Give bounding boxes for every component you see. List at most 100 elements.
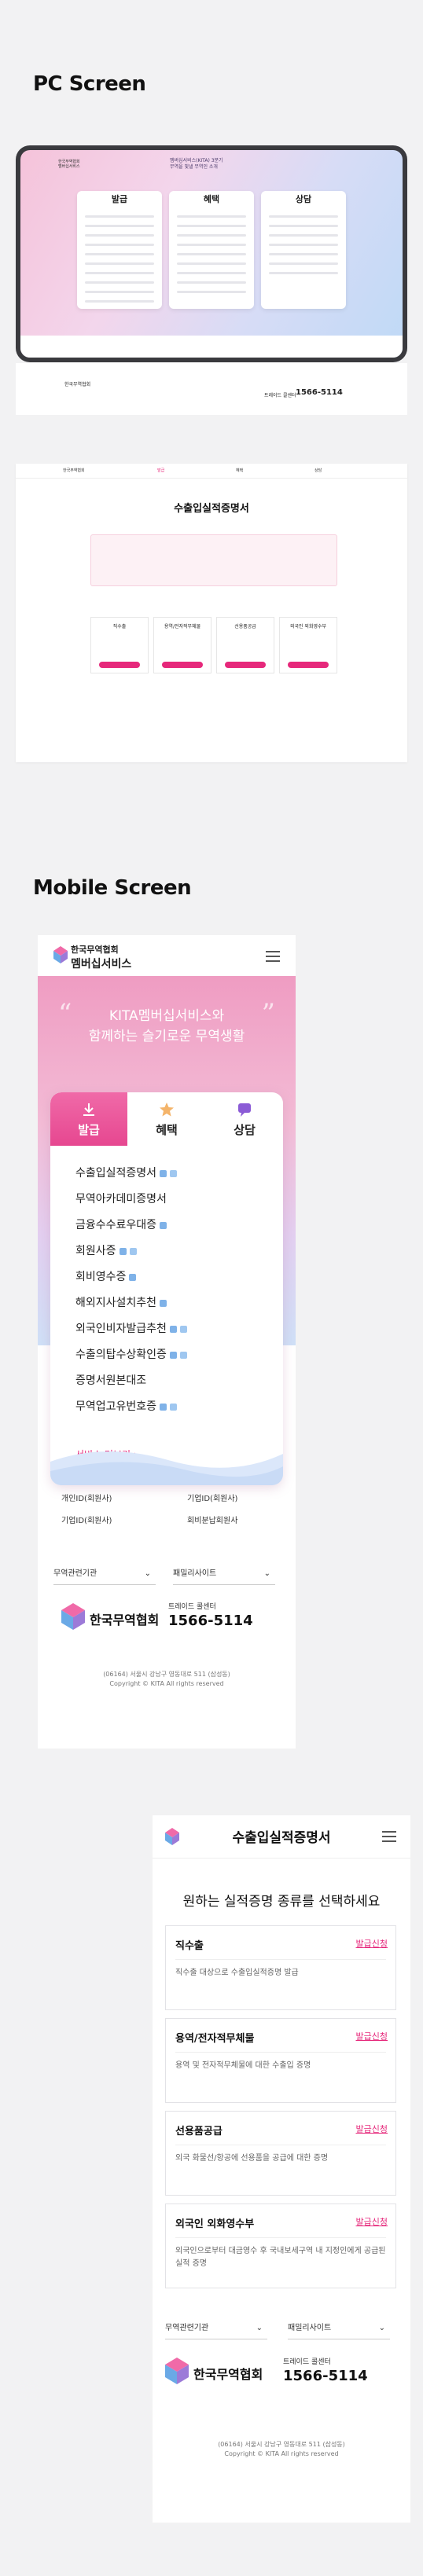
footer-copyright: Copyright © KITA All rights reserved: [109, 1680, 224, 1687]
star-icon: [160, 1103, 174, 1117]
list-item[interactable]: 해외지사설치추천: [75, 1294, 272, 1320]
family-site-select[interactable]: 패밀리사이트 ⌄: [288, 2318, 390, 2339]
list-item[interactable]: 수출입실적증명서: [75, 1165, 272, 1191]
footer-copyright: Copyright © KITA All rights reserved: [224, 2450, 339, 2457]
list-item[interactable]: 회비영수증: [75, 1268, 272, 1294]
list-item-label: 무역업고유번호증: [75, 1400, 157, 1413]
quick-link[interactable]: 회비분납회원사: [187, 1514, 237, 1525]
page-title: 수출입실적증명서: [232, 1830, 331, 1846]
chevron-down-icon: ⌄: [144, 1569, 151, 1578]
list-item[interactable]: 외국인비자발급추천: [75, 1320, 272, 1346]
tab-consult-label: 상담: [234, 1123, 256, 1137]
related-org-select[interactable]: 무역관련기관 ⌄: [53, 1564, 156, 1585]
hero-line2: 함께하는 슬기로운 무역생활: [88, 1029, 245, 1044]
footer-info: (06164) 서울시 강남구 영동대로 511 (삼성동) Copyright…: [38, 1670, 296, 1689]
hotline-number[interactable]: 1566-5114: [283, 2368, 368, 2384]
pc-cert-nav: 한국무역협회 발급 혜택 상담: [16, 464, 407, 479]
pc-cert-title: 수출입실적증명서: [174, 503, 249, 515]
pc-banner-sub: 무역을 빛낼 무역인 소개: [170, 164, 218, 170]
pc-footer-brand: 한국무역협회: [64, 382, 91, 387]
pc-cert-nav-consult[interactable]: 상담: [314, 468, 322, 473]
pc-logo-sub: 멤버십서비스: [58, 164, 80, 169]
list-item[interactable]: 무역아카데미증명서: [75, 1191, 272, 1216]
pc-footer-hotline: 1566-5114: [296, 388, 343, 397]
mobile-icon: [119, 1247, 127, 1255]
apply-link[interactable]: 발급신청: [356, 2123, 388, 2135]
list-item[interactable]: 금융수수료우대증: [75, 1216, 272, 1242]
menu-icon[interactable]: [266, 951, 280, 962]
pc-logo[interactable]: 한국무역협회 멤버십서비스: [58, 160, 80, 169]
pc-cert-apply-button[interactable]: [288, 662, 329, 668]
list-item[interactable]: 회원사증: [75, 1242, 272, 1268]
family-site-select[interactable]: 패밀리사이트 ⌄: [173, 1564, 275, 1585]
pc-cert-apply-button[interactable]: [225, 662, 266, 668]
pc-cert-type-label: 선용품공급: [234, 624, 256, 629]
chevron-down-icon: ⌄: [263, 1569, 270, 1578]
list-item-label: 증명서원본대조: [75, 1374, 147, 1387]
list-item-label: 무역아카데미증명서: [75, 1193, 167, 1205]
list-item[interactable]: 증명서원본대조: [75, 1372, 272, 1398]
pc-card-issue[interactable]: 발급: [77, 191, 162, 309]
hero-text: KITA멤버십서비스와 함께하는 슬기로운 무역생활: [38, 1006, 296, 1047]
pc-icon: [170, 1169, 178, 1177]
cert-type-card: 직수출 발급신청 직수출 대상으로 수출입실적증명 발급: [165, 1925, 396, 2010]
tab-benefit[interactable]: 혜택: [128, 1092, 205, 1146]
cert-type-title: 용역/전자적무체물: [175, 2033, 255, 2045]
pc-card-consult[interactable]: 상담: [261, 191, 346, 309]
pc-card-benefit-title: 혜택: [203, 194, 220, 204]
service-panel: 발급 혜택 상담 수출입실적증명서 무역아카데미증명서 금융수수료우대증 회원사…: [50, 1092, 283, 1485]
cert-type-card: 외국인 외화영수부 발급신청 외국인으로부터 대금영수 후 국내보세구역 내 지…: [165, 2204, 396, 2288]
quick-link[interactable]: 기업ID(회원사): [61, 1514, 112, 1525]
pc-cert-screen: 한국무역협회 발급 혜택 상담 수출입실적증명서 직수출 용역/전자적무체물 선…: [16, 464, 407, 762]
apply-link[interactable]: 발급신청: [356, 2215, 388, 2228]
mobile-icon: [129, 1273, 137, 1281]
pc-icon: [179, 1351, 187, 1359]
pc-card-benefit[interactable]: 혜택: [169, 191, 254, 309]
related-org-label: 무역관련기관: [53, 1569, 97, 1578]
list-item[interactable]: 수출의탑수상확인증: [75, 1346, 272, 1372]
pc-banner-title: 멤버십서비스(KITA) 3분기: [170, 158, 223, 163]
tab-consult[interactable]: 상담: [206, 1092, 283, 1146]
pc-banner[interactable]: 멤버십서비스(KITA) 3분기 무역을 빛낼 무역인 소개: [170, 158, 223, 171]
pc-cert-nav-issue[interactable]: 발급: [157, 468, 164, 473]
mobile-brand[interactable]: 한국무역협회: [71, 943, 119, 956]
mobile-section-title: Mobile Screen: [33, 876, 192, 900]
apply-link[interactable]: 발급신청: [356, 2030, 388, 2042]
pc-footer-hotline-label: 트레이드 콜센터: [264, 393, 296, 398]
pc-section-title: PC Screen: [33, 72, 146, 96]
list-item-label: 수출입실적증명서: [75, 1167, 157, 1180]
pc-footer: 한국무역협회 트레이드 콜센터 1566-5114: [16, 363, 407, 415]
list-item-label: 회원사증: [75, 1245, 116, 1257]
pc-cert-type-direct: 직수출: [90, 617, 149, 673]
apply-link[interactable]: 발급신청: [356, 1937, 388, 1950]
pc-cert-apply-button[interactable]: [99, 662, 140, 668]
cert-type-title: 직수출: [175, 1940, 204, 1952]
footer-brand: 한국무역협회: [165, 2358, 263, 2387]
quick-link[interactable]: 기업ID(회원사): [187, 1492, 237, 1503]
pc-cert-nav-logo[interactable]: 한국무역협회: [63, 468, 85, 473]
tab-issue[interactable]: 발급: [50, 1092, 127, 1146]
mobile-header: 한국무역협회 멤버십서비스: [38, 935, 296, 976]
hotline-label: 트레이드 콜센터: [283, 2358, 331, 2366]
list-item[interactable]: 무역업고유번호증: [75, 1398, 272, 1424]
mobile-icon: [160, 1403, 167, 1411]
pc-home-screen: 한국무역협회 멤버십서비스 멤버십서비스(KITA) 3분기 무역을 빛낼 무역…: [20, 150, 403, 358]
mobile-cert-screen: 수출입실적증명서 원하는 실적증명 종류를 선택하세요 직수출 발급신청 직수출…: [153, 1815, 410, 2523]
pc-cert-type-label: 직수출: [112, 624, 127, 629]
mobile-icon: [169, 1325, 177, 1333]
tab-issue-label: 발급: [78, 1123, 100, 1137]
menu-icon[interactable]: [382, 1831, 396, 1842]
pc-cert-nav-benefit[interactable]: 혜택: [236, 468, 243, 473]
quick-link[interactable]: 개인ID(회원사): [61, 1492, 112, 1503]
wave-decoration: [50, 1451, 283, 1485]
pc-header: 한국무역협회 멤버십서비스 멤버십서비스(KITA) 3분기 무역을 빛낼 무역…: [20, 150, 403, 177]
cert-type-title: 선용품공급: [175, 2126, 223, 2137]
related-org-select[interactable]: 무역관련기관 ⌄: [165, 2318, 267, 2339]
pc-cert-notice: [90, 534, 337, 586]
hotline-number[interactable]: 1566-5114: [168, 1613, 253, 1629]
pc-monitor-mockup: 한국무역협회 멤버십서비스 멤버십서비스(KITA) 3분기 무역을 빛낼 무역…: [16, 145, 407, 362]
chevron-down-icon: ⌄: [256, 2324, 263, 2332]
mobile-icon: [160, 1299, 167, 1307]
pc-cert-apply-button[interactable]: [162, 662, 203, 668]
list-item-label: 외국인비자발급추천: [75, 1323, 167, 1335]
